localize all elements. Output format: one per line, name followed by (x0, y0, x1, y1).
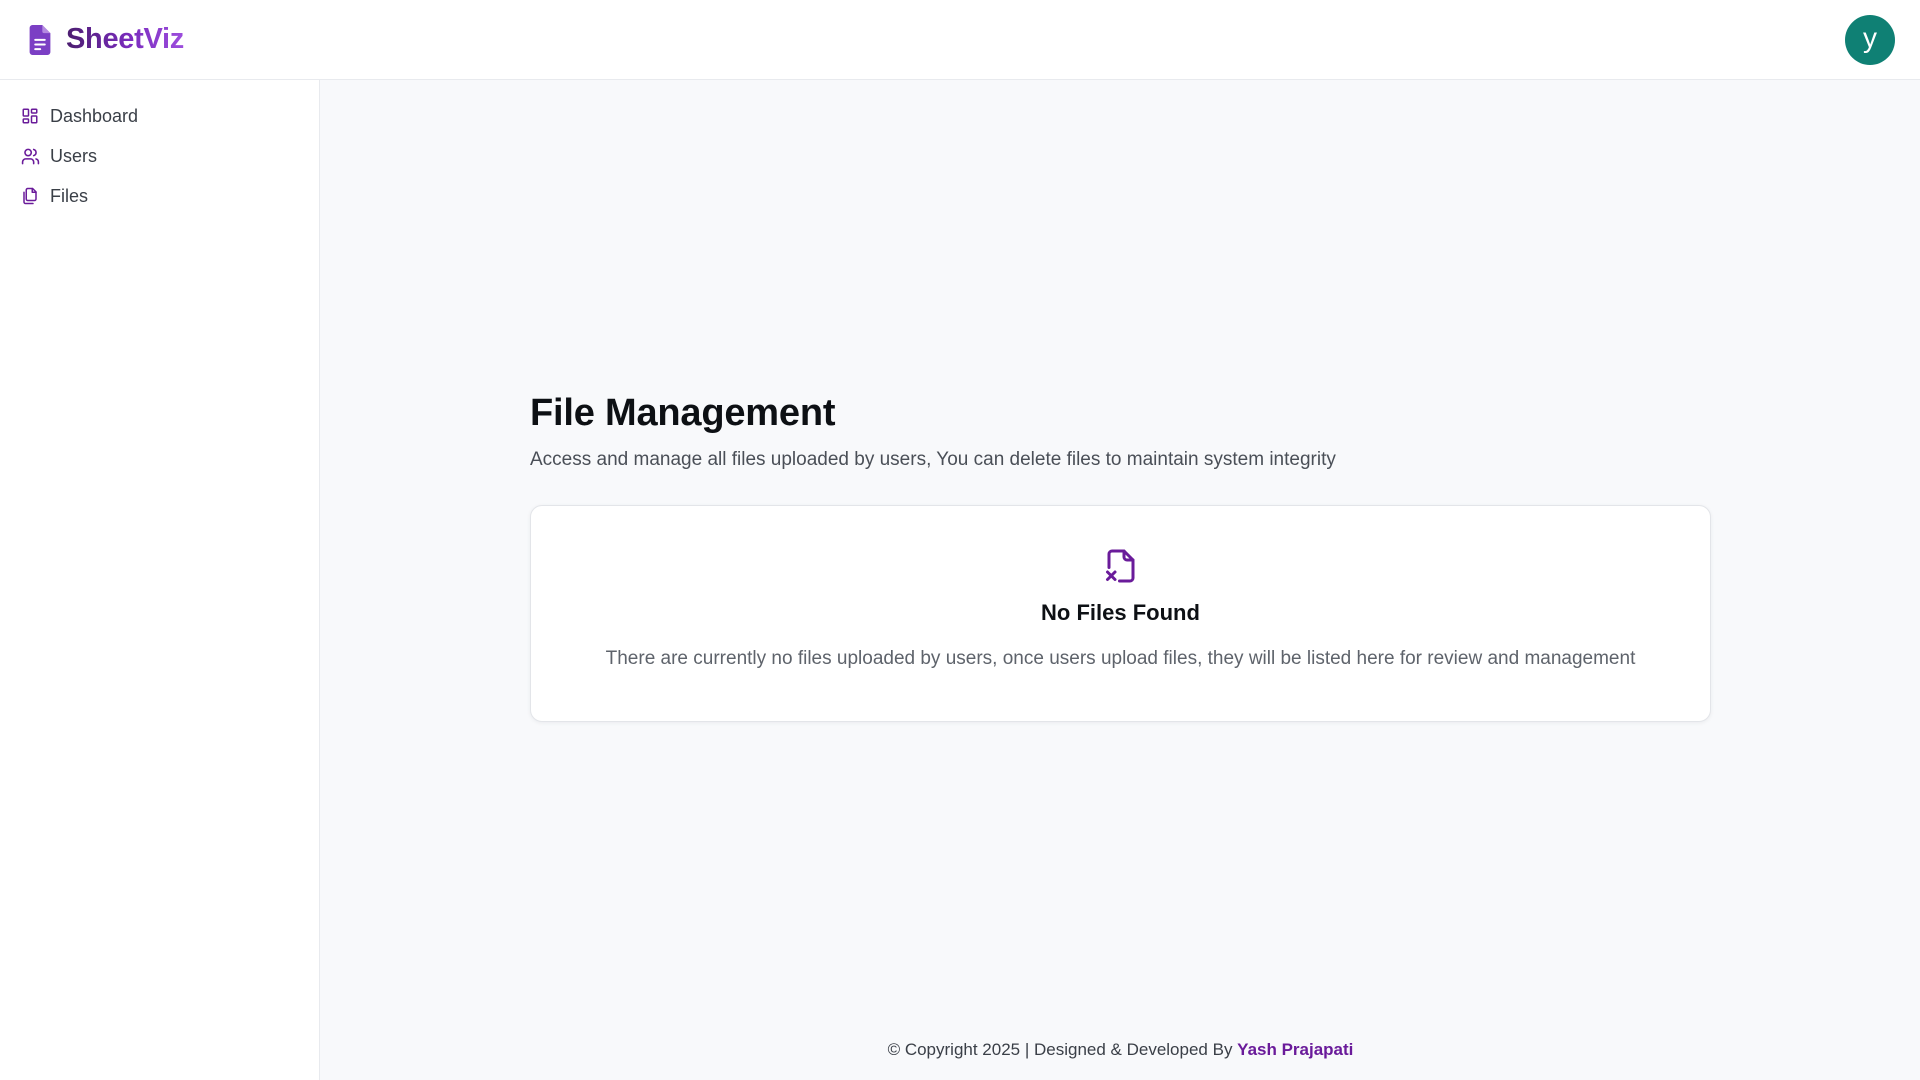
copyright-text: © Copyright 2025 | Designed & Developed … (887, 1040, 1238, 1059)
sidebar: Dashboard Users Files (0, 80, 320, 1080)
empty-state-title: No Files Found (1041, 600, 1200, 625)
author-link[interactable]: Yash Prajapati (1237, 1040, 1353, 1059)
users-icon (20, 146, 40, 166)
page-title: File Management (530, 392, 836, 434)
page-subtitle: Access and manage all files uploaded by … (530, 449, 1336, 470)
dashboard-grid-icon (20, 106, 40, 126)
app-name: SheetViz (66, 23, 184, 55)
empty-state-card: No Files Found There are currently no fi… (530, 505, 1711, 722)
top-bar: SheetViz y (0, 0, 1920, 80)
brand[interactable]: SheetViz (26, 23, 184, 56)
footer: © Copyright 2025 | Designed & Developed … (321, 1040, 1920, 1060)
sidebar-item-users[interactable]: Users (0, 136, 319, 176)
sidebar-item-dashboard[interactable]: Dashboard (0, 96, 319, 136)
sidebar-item-label: Files (50, 185, 89, 206)
sidebar-item-label: Users (50, 145, 98, 166)
file-x-icon (1103, 546, 1139, 586)
user-avatar[interactable]: y (1845, 14, 1895, 65)
file-management-section: File Management Access and manage all fi… (530, 392, 1711, 722)
sidebar-item-label: Dashboard (50, 105, 139, 126)
sidebar-item-files[interactable]: Files (0, 176, 319, 216)
main-content: File Management Access and manage all fi… (321, 81, 1920, 1080)
document-icon (26, 24, 54, 55)
files-icon (20, 186, 40, 206)
empty-state-text: There are currently no files uploaded by… (605, 648, 1636, 669)
